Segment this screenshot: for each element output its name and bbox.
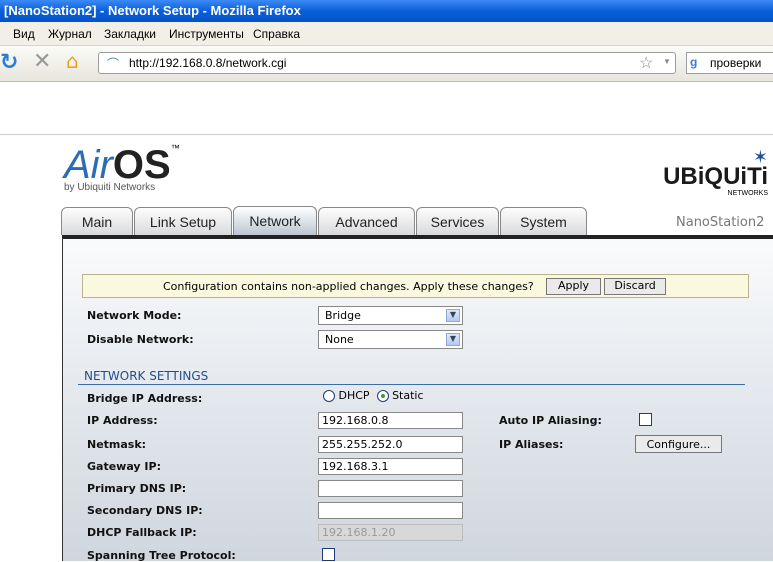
menu-tools[interactable]: Инструменты <box>169 27 244 41</box>
brand-sub: NETWORKS <box>727 190 768 197</box>
url-text: http://192.168.0.8/network.cgi <box>129 56 287 70</box>
google-icon: g <box>690 55 698 69</box>
dhcp-fallback-label: DHCP Fallback IP: <box>87 526 197 539</box>
tab-network[interactable]: Network <box>233 206 317 236</box>
menu-bar: Вид Журнал Закладки Инструменты Справка <box>0 22 773 46</box>
logo-air: Air <box>64 143 113 187</box>
url-bar[interactable]: ⌒ http://192.168.0.8/network.cgi ☆ ▼ <box>98 52 676 74</box>
disable-network-select[interactable]: None ▼ <box>318 330 463 349</box>
chevron-down-icon: ▼ <box>446 309 460 322</box>
ip-address-input[interactable]: 192.168.0.8 <box>318 412 463 429</box>
chevron-down-icon: ▼ <box>446 333 460 346</box>
airos-logo: AirOS™ by Ubiquiti Networks <box>64 143 180 193</box>
disable-network-label: Disable Network: <box>87 333 194 346</box>
stp-checkbox[interactable] <box>322 548 335 561</box>
network-mode-label: Network Mode: <box>87 309 182 322</box>
primary-dns-label: Primary DNS IP: <box>87 482 187 495</box>
network-mode-select[interactable]: Bridge ▼ <box>318 306 463 325</box>
dhcp-radio[interactable] <box>323 390 335 402</box>
notice-text: Configuration contains non-applied chang… <box>163 280 534 293</box>
netmask-label: Netmask: <box>87 438 147 451</box>
disable-network-value: None <box>325 333 354 346</box>
search-text: проверки <box>710 56 762 70</box>
bridge-ip-label: Bridge IP Address: <box>87 392 203 405</box>
tab-services[interactable]: Services <box>416 207 499 235</box>
dhcp-fallback-input: 192.168.1.20 <box>318 524 463 541</box>
static-label: Static <box>392 389 424 402</box>
primary-dns-input[interactable] <box>318 480 463 497</box>
ip-aliases-label: IP Aliases: <box>499 438 564 451</box>
section-divider <box>78 384 745 385</box>
apply-button[interactable]: Apply <box>546 278 601 295</box>
home-icon[interactable]: ⌂ <box>66 49 79 73</box>
brand-name: UBiQUiTi <box>663 163 768 190</box>
bridge-ip-mode: DHCP Static <box>323 389 424 402</box>
logo-tm: ™ <box>170 143 180 153</box>
tab-system[interactable]: System <box>500 207 587 235</box>
menu-history[interactable]: Журнал <box>48 27 92 41</box>
auto-ip-aliasing-label: Auto IP Aliasing: <box>499 414 602 427</box>
secondary-dns-label: Secondary DNS IP: <box>87 504 203 517</box>
network-mode-value: Bridge <box>325 309 361 322</box>
gateway-label: Gateway IP: <box>87 460 161 473</box>
device-name: NanoStation2 <box>676 215 765 230</box>
discard-button[interactable]: Discard <box>604 278 666 295</box>
configure-aliases-button[interactable]: Configure... <box>635 435 722 453</box>
netmask-input[interactable]: 255.255.252.0 <box>318 436 463 453</box>
window-title-bar: [NanoStation2] - Network Setup - Mozilla… <box>0 0 773 22</box>
dhcp-label: DHCP <box>338 389 370 402</box>
reload-icon[interactable]: ↻ <box>0 50 18 75</box>
search-box[interactable]: g проверки <box>686 52 773 74</box>
menu-view[interactable]: Вид <box>13 27 35 41</box>
gateway-input[interactable]: 192.168.3.1 <box>318 458 463 475</box>
auto-ip-aliasing-checkbox[interactable] <box>639 413 652 426</box>
divider <box>0 134 773 135</box>
tab-main[interactable]: Main <box>61 207 133 235</box>
antenna-icon: ✶ <box>752 147 768 167</box>
stop-icon[interactable]: ✕ <box>33 49 51 74</box>
stp-label: Spanning Tree Protocol: <box>87 549 236 562</box>
site-icon: ⌒ <box>107 57 120 71</box>
menu-help[interactable]: Справка <box>253 27 300 41</box>
static-radio[interactable] <box>376 390 389 402</box>
secondary-dns-input[interactable] <box>318 502 463 519</box>
bookmark-star-icon[interactable]: ☆ <box>639 53 653 73</box>
window-title: [NanoStation2] - Network Setup - Mozilla… <box>4 3 301 18</box>
logo-os: OS <box>112 143 171 187</box>
ip-address-label: IP Address: <box>87 414 158 427</box>
pending-changes-notice: Configuration contains non-applied chang… <box>82 274 749 298</box>
tab-link-setup[interactable]: Link Setup <box>134 207 232 235</box>
dropdown-icon[interactable]: ▼ <box>663 57 671 66</box>
tab-advanced[interactable]: Advanced <box>318 207 415 235</box>
menu-bookmarks[interactable]: Закладки <box>104 27 156 41</box>
ubiquiti-logo: ✶ UBiQUiTi NETWORKS <box>656 147 768 197</box>
section-title: NETWORK SETTINGS <box>84 369 209 383</box>
